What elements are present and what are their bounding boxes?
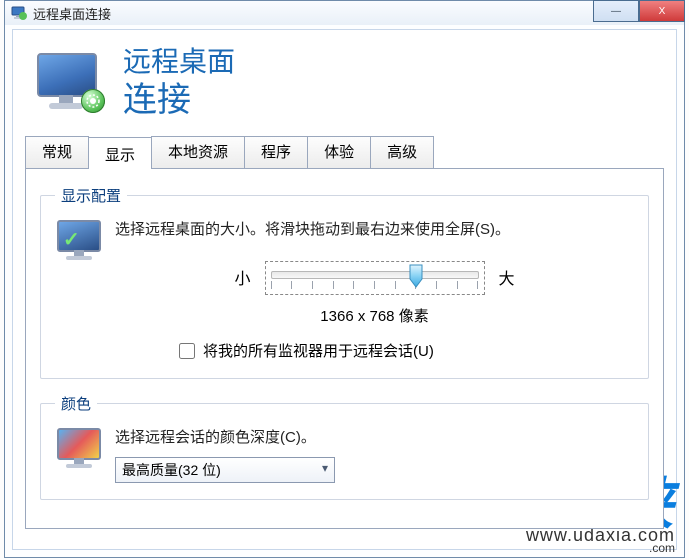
tab-3[interactable]: 程序: [244, 136, 308, 168]
header-title-2: 连接: [123, 79, 235, 122]
resolution-slider[interactable]: [265, 257, 485, 297]
tab-1[interactable]: 显示: [88, 137, 152, 169]
color-monitor-icon: [55, 426, 103, 470]
header-title-1: 远程桌面: [123, 44, 235, 79]
all-monitors-checkbox-row[interactable]: 将我的所有监视器用于远程会话(U): [175, 340, 634, 362]
display-monitor-icon: ✓: [55, 218, 103, 262]
minimize-button[interactable]: —: [593, 0, 639, 22]
all-monitors-label: 将我的所有监视器用于远程会话(U): [203, 340, 434, 361]
tab-bar: 常规显示本地资源程序体验高级: [25, 140, 664, 168]
tab-0[interactable]: 常规: [25, 136, 89, 168]
window-title: 远程桌面连接: [33, 4, 111, 23]
color-depth-value: 最高质量(32 位): [122, 460, 221, 480]
display-config-legend: 显示配置: [55, 185, 127, 206]
color-legend: 颜色: [55, 393, 97, 414]
slider-min-label: 小: [234, 265, 250, 289]
resolution-text: 1366 x 768 像素: [115, 305, 634, 326]
window-frame: 远程桌面连接 — X 远程桌面 连接 常规显示本地资源程序体验高级: [4, 0, 685, 558]
tab-4[interactable]: 体验: [307, 136, 371, 168]
tab-display-page: 显示配置 ✓ 选择远程桌面的大小。将滑块拖动到最右边来使用全屏(S)。 小: [25, 168, 664, 529]
color-group: 颜色 选择远程会话的颜色深度(C)。 最高质量(32 位): [40, 393, 649, 500]
remote-desktop-icon: [33, 51, 105, 115]
slider-thumb[interactable]: [408, 263, 424, 289]
connect-badge-icon: [81, 89, 105, 113]
display-size-description: 选择远程桌面的大小。将滑块拖动到最右边来使用全屏(S)。: [115, 218, 634, 239]
display-config-group: 显示配置 ✓ 选择远程桌面的大小。将滑块拖动到最右边来使用全屏(S)。 小: [40, 185, 649, 379]
client-area: 远程桌面 连接 常规显示本地资源程序体验高级 显示配置 ✓ 选择远程桌面的大小。…: [12, 29, 677, 550]
all-monitors-checkbox[interactable]: [179, 343, 195, 359]
app-icon: [11, 5, 27, 21]
tab-5[interactable]: 高级: [370, 136, 434, 168]
title-bar[interactable]: 远程桌面连接 — X: [5, 1, 684, 25]
tab-2[interactable]: 本地资源: [151, 136, 245, 168]
color-depth-description: 选择远程会话的颜色深度(C)。: [115, 426, 634, 447]
slider-max-label: 大: [499, 265, 515, 289]
color-depth-select[interactable]: 最高质量(32 位): [115, 457, 335, 483]
header: 远程桌面 连接: [13, 30, 676, 140]
close-button[interactable]: X: [639, 0, 685, 22]
